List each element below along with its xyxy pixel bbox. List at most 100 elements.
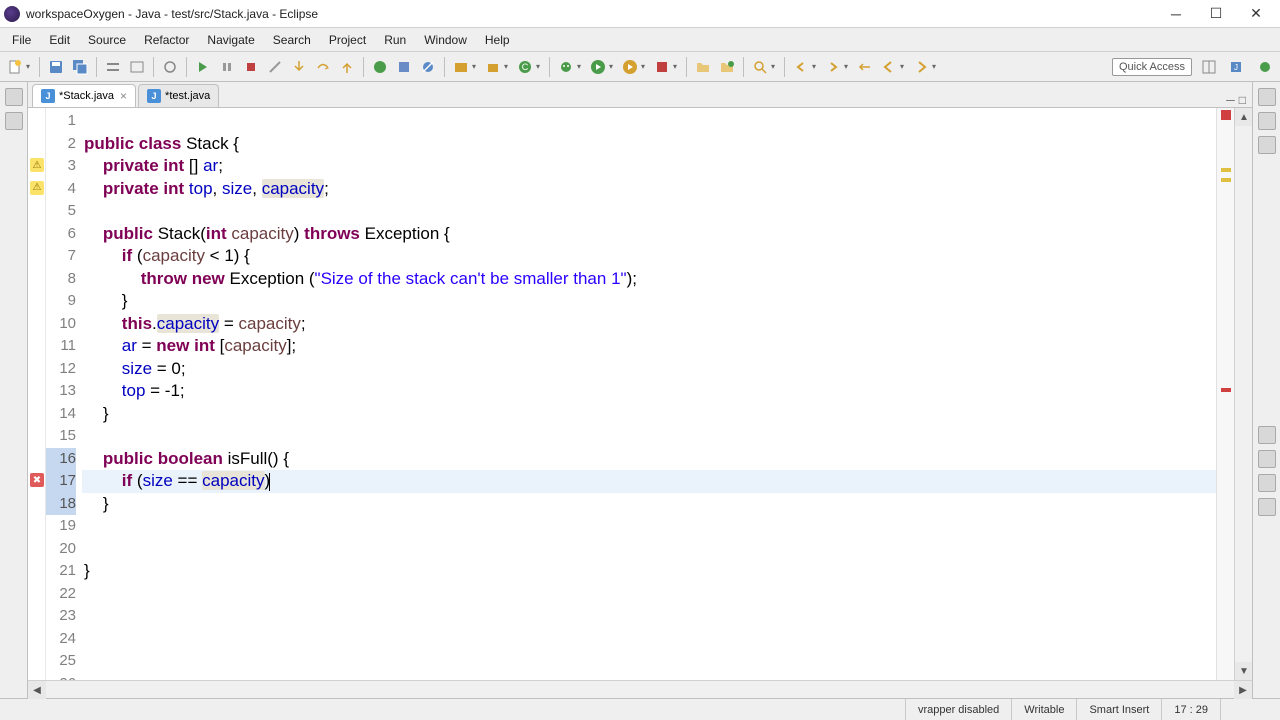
coverage-button[interactable]: [619, 56, 641, 78]
restore-view-icon[interactable]: [1258, 426, 1276, 444]
editor-tabs: J *Stack.java × J *test.java ─ □: [28, 82, 1252, 108]
close-button[interactable]: ✕: [1236, 1, 1276, 27]
build-button[interactable]: [159, 56, 181, 78]
restore-view-icon[interactable]: [1258, 88, 1276, 106]
open-perspective-button[interactable]: [1198, 56, 1220, 78]
dropdown-icon[interactable]: ▾: [536, 62, 544, 71]
menu-file[interactable]: File: [4, 31, 39, 49]
status-vrapper: vrapper disabled: [905, 699, 1011, 720]
new-file-button[interactable]: [716, 56, 738, 78]
overview-error-mark[interactable]: [1221, 388, 1231, 392]
scroll-left-icon[interactable]: ◀: [28, 681, 46, 699]
toggle-breadcrumb-button[interactable]: [102, 56, 124, 78]
dropdown-icon[interactable]: ▾: [26, 62, 34, 71]
maximize-button[interactable]: ☐: [1196, 1, 1236, 27]
tab-test-java[interactable]: J *test.java: [138, 84, 219, 107]
skip-breakpoints-button[interactable]: [417, 56, 439, 78]
menu-project[interactable]: Project: [321, 31, 374, 49]
run-button[interactable]: [587, 56, 609, 78]
debug-resume-button[interactable]: [192, 56, 214, 78]
external-tools-button[interactable]: [651, 56, 673, 78]
new-package-button[interactable]: [482, 56, 504, 78]
menu-search[interactable]: Search: [265, 31, 319, 49]
java-file-icon: J: [147, 89, 161, 103]
annotation-ruler[interactable]: ⚠ ⚠ ✖: [28, 108, 46, 680]
step-over-button[interactable]: [312, 56, 334, 78]
dropdown-icon[interactable]: ▾: [844, 62, 852, 71]
dropdown-icon[interactable]: ▾: [812, 62, 820, 71]
horizontal-scrollbar[interactable]: ◀ ▶: [28, 680, 1252, 698]
annotation-next-button[interactable]: [822, 56, 844, 78]
error-marker-icon[interactable]: ✖: [30, 473, 44, 487]
dropdown-icon[interactable]: ▾: [932, 62, 940, 71]
dropdown-icon[interactable]: ▾: [577, 62, 585, 71]
quick-access-field[interactable]: Quick Access: [1112, 58, 1192, 76]
dropdown-icon[interactable]: ▾: [472, 62, 480, 71]
warning-marker-icon[interactable]: ⚠: [30, 181, 44, 195]
overview-warning-mark[interactable]: [1221, 168, 1231, 172]
warning-marker-icon[interactable]: ⚠: [30, 158, 44, 172]
maximize-editor-icon[interactable]: □: [1239, 93, 1246, 107]
menu-edit[interactable]: Edit: [41, 31, 78, 49]
menu-window[interactable]: Window: [416, 31, 475, 49]
task-list-icon[interactable]: [1258, 112, 1276, 130]
new-java-project-button[interactable]: [450, 56, 472, 78]
open-task-button[interactable]: [393, 56, 415, 78]
close-tab-icon[interactable]: ×: [120, 89, 127, 103]
scroll-right-icon[interactable]: ▶: [1234, 681, 1252, 699]
line-number-gutter[interactable]: 1234567891011121314151617181920212223242…: [46, 108, 82, 680]
code-text-area[interactable]: public class Stack { private int [] ar; …: [82, 108, 1216, 680]
new-class-button[interactable]: C: [514, 56, 536, 78]
debug-perspective-button[interactable]: [1254, 56, 1276, 78]
svg-text:C: C: [522, 62, 529, 72]
save-all-button[interactable]: [69, 56, 91, 78]
new-button[interactable]: [4, 56, 26, 78]
debug-button[interactable]: [555, 56, 577, 78]
menu-navigate[interactable]: Navigate: [199, 31, 262, 49]
java-file-icon: J: [41, 89, 55, 103]
overview-ruler[interactable]: [1216, 108, 1234, 680]
tab-stack-java[interactable]: J *Stack.java ×: [32, 84, 136, 107]
debug-terminate-button[interactable]: [240, 56, 262, 78]
vertical-scrollbar[interactable]: ▲ ▼: [1234, 108, 1252, 680]
step-return-button[interactable]: [336, 56, 358, 78]
tab-label: *Stack.java: [59, 90, 114, 102]
annotation-prev-button[interactable]: [790, 56, 812, 78]
forward-button[interactable]: [910, 56, 932, 78]
code-editor[interactable]: ⚠ ⚠ ✖ 123456789101112131415161718192021222…: [28, 108, 1252, 680]
package-explorer-icon[interactable]: [5, 112, 23, 130]
statusbar: vrapper disabled Writable Smart Insert 1…: [0, 698, 1280, 720]
minimize-button[interactable]: ─: [1156, 1, 1196, 27]
status-writable: Writable: [1011, 699, 1076, 720]
last-edit-button[interactable]: [854, 56, 876, 78]
dropdown-icon[interactable]: ▾: [771, 62, 779, 71]
step-into-button[interactable]: [288, 56, 310, 78]
problems-icon[interactable]: [1258, 450, 1276, 468]
java-perspective-button[interactable]: J: [1226, 56, 1248, 78]
minimize-editor-icon[interactable]: ─: [1226, 93, 1235, 107]
menu-source[interactable]: Source: [80, 31, 134, 49]
debug-suspend-button[interactable]: [216, 56, 238, 78]
dropdown-icon[interactable]: ▾: [504, 62, 512, 71]
outline-icon[interactable]: [1258, 136, 1276, 154]
dropdown-icon[interactable]: ▾: [900, 62, 908, 71]
menu-refactor[interactable]: Refactor: [136, 31, 197, 49]
declaration-icon[interactable]: [1258, 498, 1276, 516]
dropdown-icon[interactable]: ▾: [673, 62, 681, 71]
menu-run[interactable]: Run: [376, 31, 414, 49]
menu-help[interactable]: Help: [477, 31, 518, 49]
restore-view-icon[interactable]: [5, 88, 23, 106]
back-button[interactable]: [878, 56, 900, 78]
search-button[interactable]: [749, 56, 771, 78]
open-type-button[interactable]: [369, 56, 391, 78]
new-folder-button[interactable]: [692, 56, 714, 78]
scroll-down-icon[interactable]: ▼: [1235, 662, 1252, 680]
switch-editor-button[interactable]: [126, 56, 148, 78]
javadoc-icon[interactable]: [1258, 474, 1276, 492]
dropdown-icon[interactable]: ▾: [609, 62, 617, 71]
scroll-up-icon[interactable]: ▲: [1235, 108, 1252, 126]
overview-warning-mark[interactable]: [1221, 178, 1231, 182]
debug-disconnect-button[interactable]: [264, 56, 286, 78]
dropdown-icon[interactable]: ▾: [641, 62, 649, 71]
save-button[interactable]: [45, 56, 67, 78]
